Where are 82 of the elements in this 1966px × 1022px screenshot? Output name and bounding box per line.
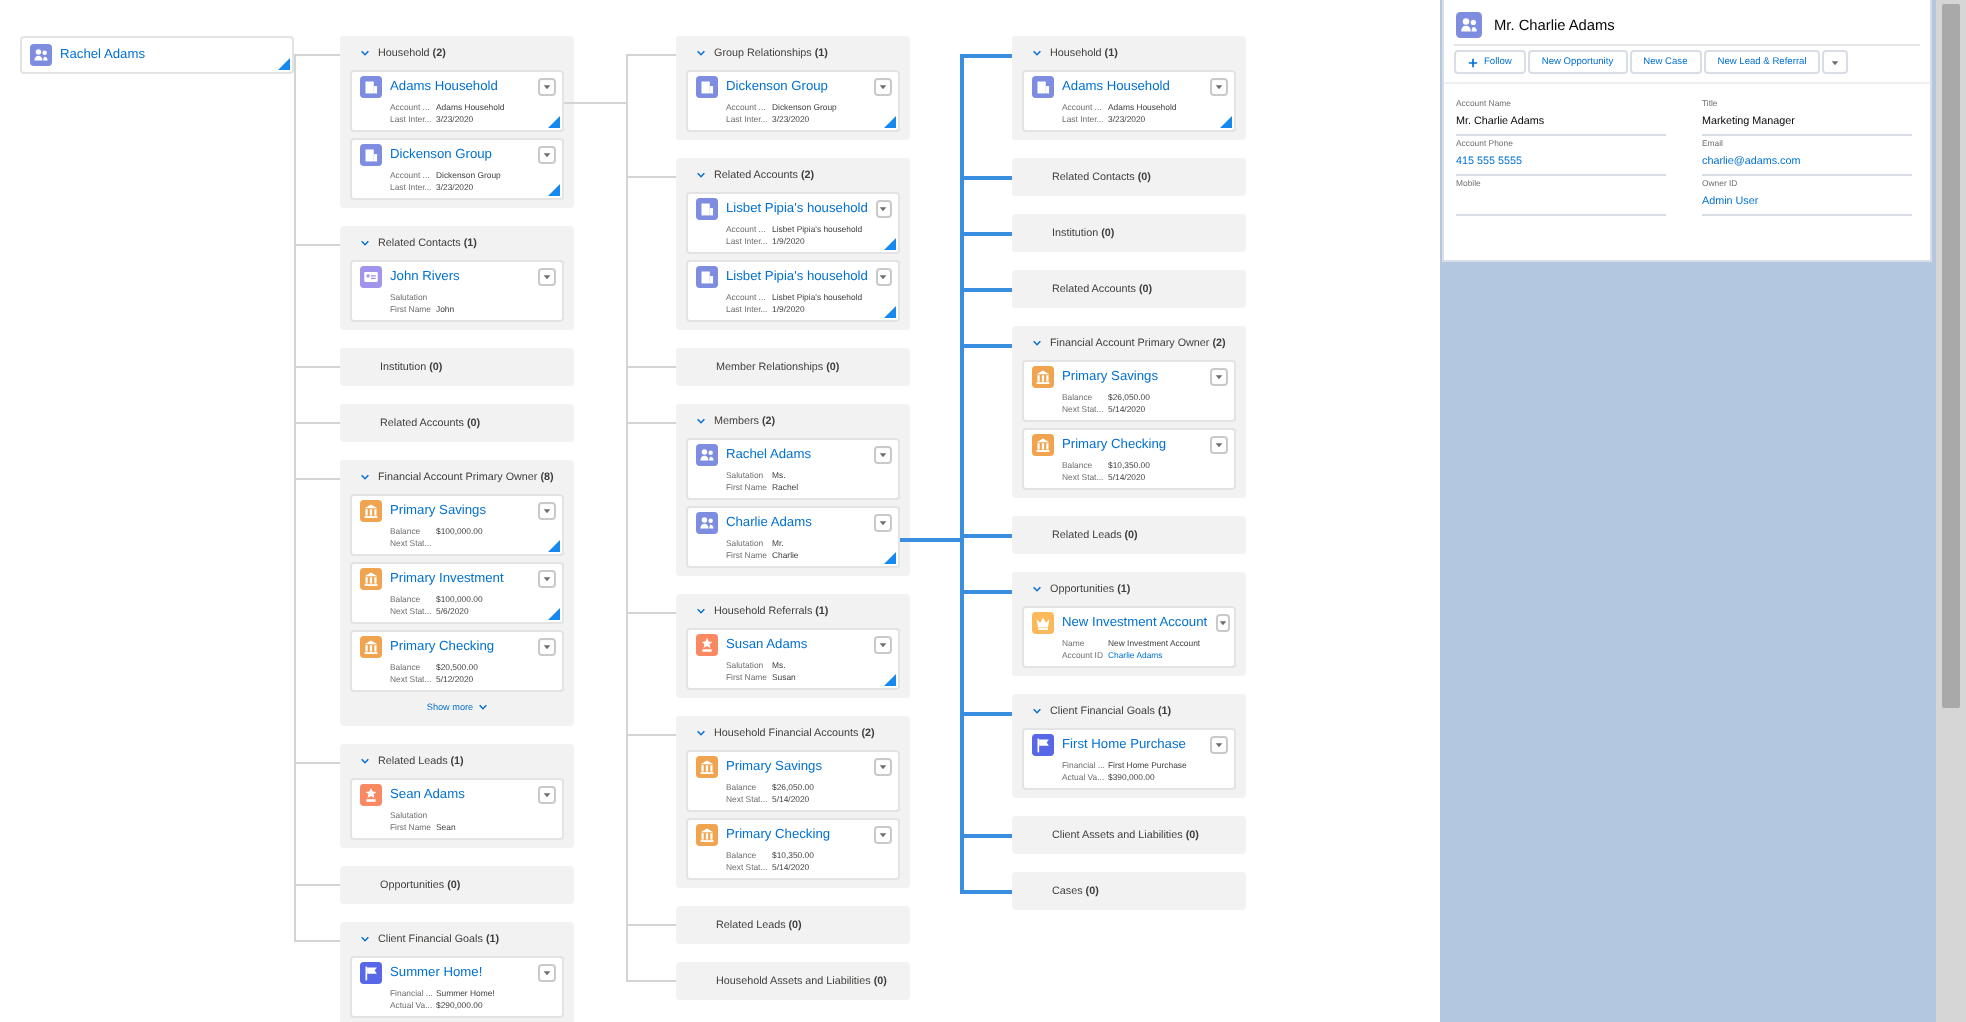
chevron-down-icon xyxy=(696,48,706,58)
menu-button[interactable] xyxy=(538,964,556,982)
menu-button[interactable] xyxy=(1210,736,1228,754)
flag-icon xyxy=(1032,734,1054,756)
menu-button[interactable] xyxy=(874,826,892,844)
caret-down-icon xyxy=(878,450,888,460)
caret-down-icon xyxy=(542,790,552,800)
chevron-down-icon xyxy=(360,756,370,766)
bank-icon xyxy=(1032,434,1054,456)
caret-down-icon xyxy=(542,968,552,978)
menu-button[interactable] xyxy=(538,78,556,96)
scrollbar-thumb[interactable] xyxy=(1942,4,1960,708)
caret-down-icon xyxy=(878,762,888,772)
menu-button[interactable] xyxy=(1210,78,1228,96)
caret-down-icon xyxy=(1214,372,1224,382)
menu-button[interactable] xyxy=(1215,614,1230,632)
building-icon xyxy=(696,266,718,288)
menu-button[interactable] xyxy=(538,502,556,520)
caret-down-icon xyxy=(878,830,888,840)
caret-down-icon xyxy=(878,82,888,92)
menu-button[interactable] xyxy=(875,268,892,286)
plus-icon xyxy=(1468,57,1478,67)
flag-icon xyxy=(360,962,382,984)
building-icon xyxy=(360,76,382,98)
people-icon xyxy=(696,512,718,534)
menu-button[interactable] xyxy=(874,636,892,654)
caret-down-icon xyxy=(1214,440,1224,450)
caret-down-icon xyxy=(1217,618,1228,628)
caret-down-icon xyxy=(878,272,889,282)
menu-button[interactable] xyxy=(874,78,892,96)
menu-button[interactable] xyxy=(538,786,556,804)
menu-button[interactable] xyxy=(874,758,892,776)
chevron-down-icon xyxy=(1032,706,1042,716)
caret-down-icon xyxy=(542,574,552,584)
building-icon xyxy=(1032,76,1054,98)
chevron-down-icon xyxy=(696,170,706,180)
contact-card-icon xyxy=(360,266,382,288)
bank-icon xyxy=(360,568,382,590)
chevron-down-icon xyxy=(696,606,706,616)
people-icon xyxy=(30,44,52,66)
caret-down-icon xyxy=(878,204,889,214)
building-icon xyxy=(696,198,718,220)
people-icon xyxy=(696,444,718,466)
chevron-down-icon xyxy=(1032,338,1042,348)
chevron-down-icon xyxy=(360,48,370,58)
chevron-down-icon xyxy=(477,701,488,711)
caret-down-icon xyxy=(542,150,552,160)
building-icon xyxy=(696,76,718,98)
caret-down-icon xyxy=(542,272,552,282)
menu-button[interactable] xyxy=(1210,436,1228,454)
bank-icon xyxy=(696,824,718,846)
bank-icon xyxy=(360,500,382,522)
caret-down-icon xyxy=(542,82,552,92)
crown-icon xyxy=(1032,612,1054,634)
chevron-down-icon xyxy=(696,728,706,738)
people-icon xyxy=(1456,12,1482,38)
caret-down-icon xyxy=(542,506,552,516)
chevron-down-icon xyxy=(360,238,370,248)
chevron-down-icon xyxy=(360,472,370,482)
chevron-down-icon xyxy=(360,934,370,944)
caret-down-icon xyxy=(1830,57,1841,67)
caret-down-icon xyxy=(1214,740,1224,750)
menu-button[interactable] xyxy=(538,146,556,164)
caret-down-icon xyxy=(542,642,552,652)
menu-button[interactable] xyxy=(1210,368,1228,386)
chevron-down-icon xyxy=(1032,48,1042,58)
more-actions-button[interactable] xyxy=(1822,50,1849,74)
bank-icon xyxy=(696,756,718,778)
menu-button[interactable] xyxy=(875,200,892,218)
menu-button[interactable] xyxy=(538,570,556,588)
building-icon xyxy=(360,144,382,166)
caret-down-icon xyxy=(1214,82,1224,92)
menu-button[interactable] xyxy=(874,514,892,532)
caret-down-icon xyxy=(878,518,888,528)
bank-icon xyxy=(1032,366,1054,388)
menu-button[interactable] xyxy=(874,446,892,464)
chevron-down-icon xyxy=(1032,584,1042,594)
menu-button[interactable] xyxy=(538,268,556,286)
chevron-down-icon xyxy=(696,416,706,426)
bank-icon xyxy=(360,636,382,658)
menu-button[interactable] xyxy=(538,638,556,656)
caret-down-icon xyxy=(878,640,888,650)
